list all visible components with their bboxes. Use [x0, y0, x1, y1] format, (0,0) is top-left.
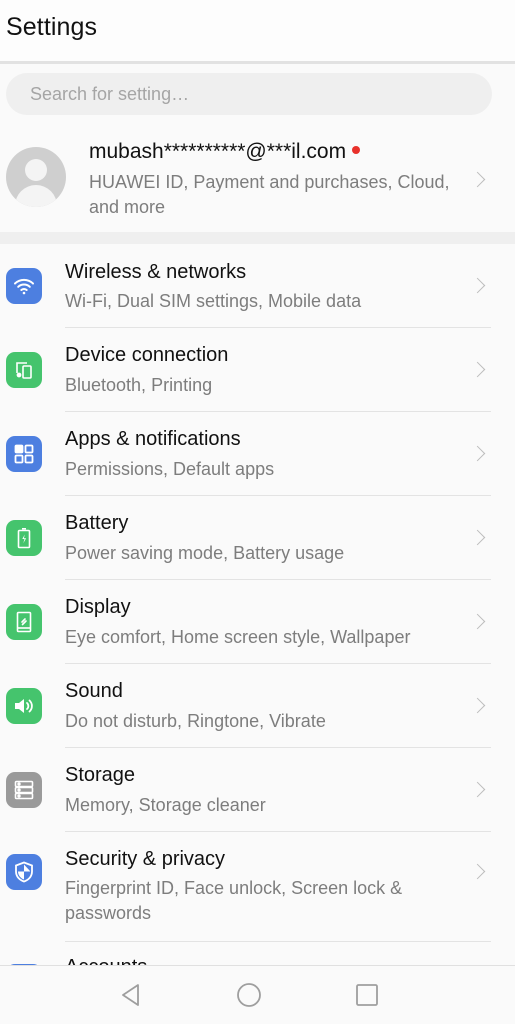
setting-subtitle: Bluetooth, Printing [65, 375, 213, 395]
chevron-right-icon [469, 613, 486, 630]
recents-icon [356, 984, 378, 1006]
setting-subtitle: Power saving mode, Battery usage [65, 543, 345, 563]
chevron-right-icon [469, 171, 486, 188]
setting-title: Apps & notifications [65, 428, 241, 450]
settings-list: Wireless & networks Wi-Fi, Dual SIM sett… [0, 244, 515, 1024]
setting-sound[interactable]: Sound Do not disturb, Ringtone, Vibrate [0, 664, 515, 748]
storage-icon [6, 772, 42, 808]
notification-dot [352, 146, 361, 155]
chevron-right-icon [469, 781, 486, 798]
account-email: mubash**********@***il.com [89, 140, 347, 163]
huawei-id-account[interactable]: mubash**********@***il.com HUAWEI ID, Pa… [0, 130, 515, 230]
setting-security-privacy[interactable]: Security & privacy Fingerprint ID, Face … [0, 832, 515, 942]
setting-apps-notifications[interactable]: Apps & notifications Permissions, Defaul… [0, 412, 515, 496]
recents-button[interactable] [352, 980, 382, 1010]
setting-subtitle: Fingerprint ID, Face unlock, Screen lock… [65, 878, 403, 923]
setting-title: Security & privacy [65, 848, 226, 870]
section-divider [0, 232, 515, 244]
display-icon [6, 604, 42, 640]
avatar-head [25, 159, 47, 181]
back-button[interactable] [116, 980, 146, 1010]
account-subtitle: HUAWEI ID, Payment and purchases, Cloud,… [89, 172, 450, 217]
setting-title: Display [65, 596, 131, 618]
setting-subtitle: Eye comfort, Home screen style, Wallpape… [65, 627, 411, 647]
settings-screen: Settings mubash**********@***il.com HUAW… [0, 0, 515, 1024]
search-input[interactable] [6, 73, 492, 115]
home-icon [237, 983, 261, 1007]
setting-subtitle: Memory, Storage cleaner [65, 795, 266, 815]
setting-wireless-networks[interactable]: Wireless & networks Wi-Fi, Dual SIM sett… [0, 244, 515, 328]
top-bar: Settings [0, 0, 515, 64]
setting-title: Device connection [65, 344, 229, 366]
navigation-bar [0, 965, 515, 1024]
setting-title: Wireless & networks [65, 261, 247, 283]
back-icon [122, 984, 139, 1006]
chevron-right-icon [469, 277, 486, 294]
battery-icon [6, 520, 42, 556]
wifi-icon [6, 268, 42, 304]
setting-subtitle: Permissions, Default apps [65, 459, 275, 479]
shield-icon [6, 854, 42, 890]
avatar-body [15, 185, 57, 207]
account-email-line: mubash**********@***il.com [89, 140, 361, 164]
chevron-right-icon [469, 863, 486, 880]
setting-subtitle: Do not disturb, Ringtone, Vibrate [65, 711, 326, 731]
home-button[interactable] [234, 980, 264, 1010]
setting-display[interactable]: Display Eye comfort, Home screen style, … [0, 580, 515, 664]
speaker-icon [6, 688, 42, 724]
chevron-right-icon [469, 361, 486, 378]
chevron-right-icon [469, 445, 486, 462]
setting-device-connection[interactable]: Device connection Bluetooth, Printing [0, 328, 515, 412]
chevron-right-icon [469, 529, 486, 546]
setting-title: Storage [65, 764, 136, 786]
chevron-right-icon [469, 697, 486, 714]
setting-title: Sound [65, 680, 123, 702]
setting-storage[interactable]: Storage Memory, Storage cleaner [0, 748, 515, 832]
apps-grid-icon [6, 436, 42, 472]
header-divider [0, 61, 515, 64]
device-connection-icon [6, 352, 42, 388]
avatar [6, 147, 66, 207]
setting-title: Battery [65, 512, 129, 534]
setting-battery[interactable]: Battery Power saving mode, Battery usage [0, 496, 515, 580]
page-title: Settings [6, 13, 98, 41]
setting-subtitle: Wi-Fi, Dual SIM settings, Mobile data [65, 291, 362, 311]
